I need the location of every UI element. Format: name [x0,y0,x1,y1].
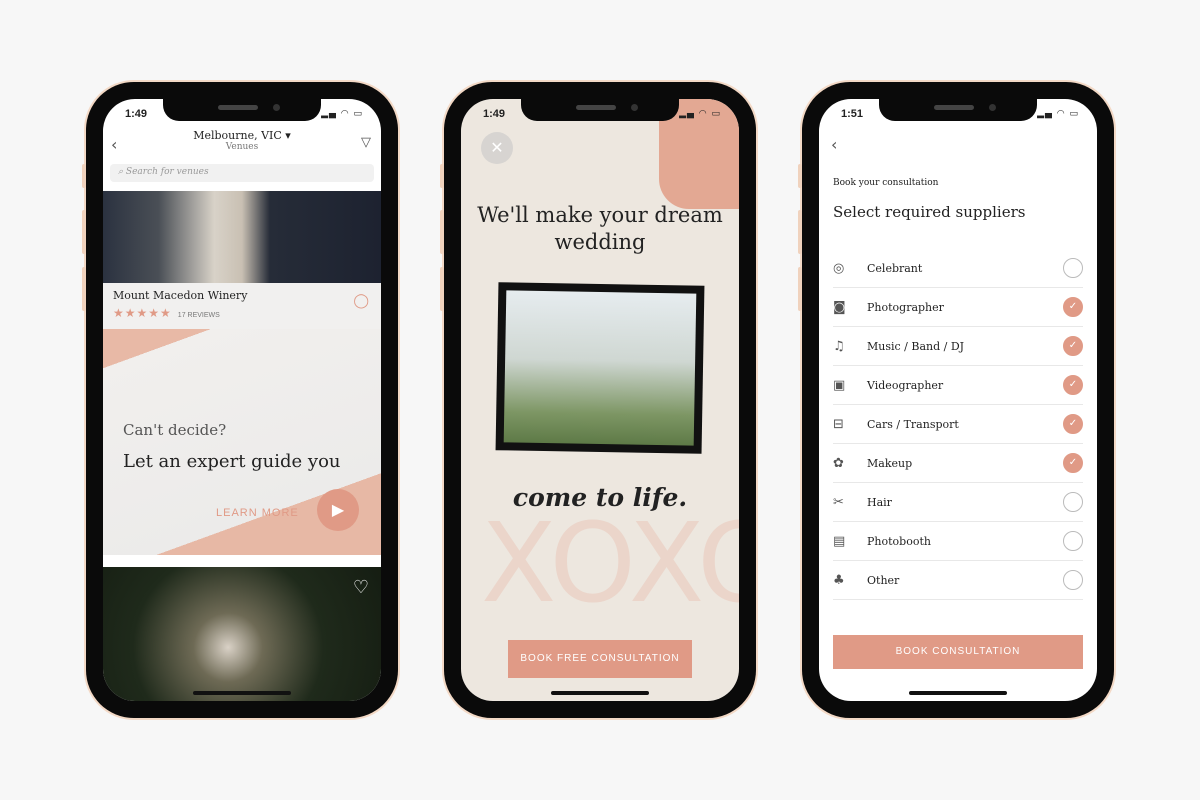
page-title: Select required suppliers [833,203,1026,221]
screen: 1:49 ▂▄ ◠ ▭ ✕ We'll make your dream wedd… [461,99,739,701]
chat-icon[interactable]: ◯ [353,293,369,309]
supplier-row[interactable]: ♫ Music / Band / DJ ✓ [833,327,1083,366]
supplier-label: Music / Band / DJ [867,339,965,353]
supplier-row[interactable]: ◙ Photographer ✓ [833,288,1083,327]
supplier-row[interactable]: ✂ Hair [833,483,1083,522]
book-consultation-button[interactable]: BOOK CONSULTATION [833,635,1083,669]
car-icon: ⊟ [833,416,844,432]
review-count: 17 REVIEWS [177,312,220,319]
venue-photo[interactable] [103,567,381,701]
supplier-checkbox[interactable]: ✓ [1063,375,1083,395]
supplier-checkbox[interactable] [1063,258,1083,278]
scissors-icon: ✂ [833,494,844,510]
phone-promo: 1:49 ▂▄ ◠ ▭ ✕ We'll make your dream wedd… [440,82,756,718]
close-button[interactable]: ✕ [481,132,513,164]
xoxo-watermark: XOXO [481,499,739,627]
location-selector[interactable]: Melbourne, VIC ▾ [103,129,381,142]
supplier-checkbox[interactable] [1063,570,1083,590]
supplier-checkbox[interactable]: ✓ [1063,336,1083,356]
video-camera-icon: ▣ [833,377,846,393]
filter-icon[interactable]: ▽ [361,135,371,150]
other-icon: ♣ [833,572,845,588]
supplier-list: ◎ Celebrant ◙ Photographer ✓ ♫ Music / Band / … [833,249,1083,600]
makeup-icon: ✿ [833,455,844,471]
supplier-row[interactable]: ⊟ Cars / Transport ✓ [833,405,1083,444]
venue-photo[interactable] [103,191,381,283]
back-icon[interactable]: ‹ [831,135,837,154]
status-time: 1:51 [841,108,864,120]
supplier-row[interactable]: ✿ Makeup ✓ [833,444,1083,483]
venue-card[interactable]: Mount Macedon Winery ★★★★★ 17 REVIEWS ◯ [103,283,381,329]
tagline: come to life. [512,483,688,512]
page-subtitle: Venues [225,142,259,152]
rating-stars: ★★★★★ [113,306,172,320]
supplier-label: Other [867,573,900,587]
camera-icon: ◙ [833,299,846,315]
status-icons: ▂▄ ◠ ▭ [1037,109,1079,119]
supplier-checkbox[interactable]: ✓ [1063,453,1083,473]
supplier-checkbox[interactable] [1063,531,1083,551]
home-indicator [551,691,649,695]
supplier-row[interactable]: ◎ Celebrant [833,249,1083,288]
music-icon: ♫ [833,338,845,354]
supplier-row[interactable]: ♣ Other [833,561,1083,600]
supplier-checkbox[interactable]: ✓ [1063,414,1083,434]
page-kicker: Book your consultation [833,178,939,188]
supplier-label: Celebrant [867,261,923,275]
learn-more-link[interactable]: LEARN MORE [216,507,299,519]
heart-icon[interactable]: ♡ [353,577,369,598]
expert-banner[interactable]: Can't decide? Let an expert guide you LE… [103,329,381,555]
rings-icon: ◎ [833,260,845,276]
wedding-photo [495,282,705,454]
banner-line1: Can't decide? [123,421,227,439]
screen: 1:51 ▂▄ ◠ ▭ ‹ Book your consultation Sel… [819,99,1097,701]
screen: 1:49 ▂▄ ◠ ▭ ‹ Melbourne, VIC ▾ Venues ▽ … [103,99,381,701]
supplier-label: Videographer [867,378,944,392]
home-indicator [909,691,1007,695]
film-icon: ▤ [833,533,846,549]
search-input[interactable]: ⌕ Search for venues [110,164,374,182]
supplier-checkbox[interactable] [1063,492,1083,512]
supplier-row[interactable]: ▤ Photobooth [833,522,1083,561]
headline: We'll make your dream wedding [477,203,723,254]
supplier-label: Cars / Transport [867,417,959,431]
book-free-consultation-button[interactable]: BOOK FREE CONSULTATION [508,640,692,678]
play-icon[interactable]: ▶ [317,489,359,531]
venue-name: Mount Macedon Winery [113,289,248,302]
supplier-label: Hair [867,495,892,509]
home-indicator [193,691,291,695]
supplier-label: Photographer [867,300,944,314]
supplier-label: Makeup [867,456,913,470]
status-time: 1:49 [483,108,506,120]
phone-suppliers: 1:51 ▂▄ ◠ ▭ ‹ Book your consultation Sel… [798,82,1114,718]
supplier-label: Photobooth [867,534,931,548]
supplier-row[interactable]: ▣ Videographer ✓ [833,366,1083,405]
status-icons: ▂▄ ◠ ▭ [321,109,363,119]
status-time: 1:49 [125,108,148,120]
banner-line2: Let an expert guide you [123,451,341,472]
search-placeholder: Search for venues [125,167,209,177]
supplier-checkbox[interactable]: ✓ [1063,297,1083,317]
status-icons: ▂▄ ◠ ▭ [679,109,721,119]
phone-venues: 1:49 ▂▄ ◠ ▭ ‹ Melbourne, VIC ▾ Venues ▽ … [82,82,398,718]
